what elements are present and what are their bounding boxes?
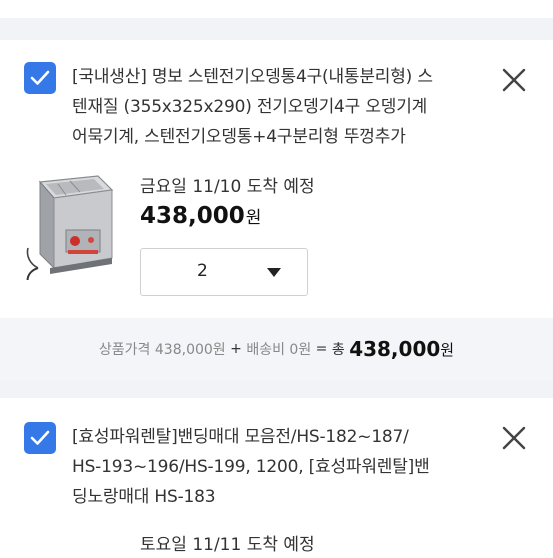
product-title[interactable]: [효성파워렌탈]밴딩매대 모음전/HS-182~187/ HS-193~196/… (72, 422, 467, 512)
product-title-line: [효성파워렌탈]밴딩매대 모음전/HS-182~187/ (72, 427, 409, 447)
item-price-unit: 원 (245, 208, 262, 228)
equals-sign: = (315, 341, 328, 357)
close-icon[interactable] (501, 67, 527, 93)
item-price-amount: 438,000 (140, 203, 245, 229)
total-unit: 원 (440, 340, 455, 359)
check-icon (30, 430, 50, 445)
product-title-line: 딩노랑매대 HS-183 (72, 487, 216, 507)
product-title-line: 텐재질 (355x325x290) 전기오뎅기4구 오뎅기계 (72, 97, 428, 117)
delivery-eta: 금요일 11/10 도착 예정 (140, 177, 315, 197)
item-price: 438,000원 (140, 203, 261, 229)
total-amount: 438,000 (349, 337, 441, 361)
item-checkbox[interactable] (24, 62, 56, 94)
quantity-select[interactable]: 2 (140, 248, 308, 296)
check-icon (30, 70, 50, 85)
product-title-line: 어묵기계, 스텐전기오뎅통+4구분리형 뚜껑추가 (72, 127, 406, 147)
cart-item: [국내생산] 명보 스텐전기오뎅통4구(내통분리형) 스 텐재질 (355x32… (0, 40, 553, 318)
delivery-eta: 토요일 11/11 도착 예정 (140, 535, 315, 555)
shipping-label: 배송비 (246, 342, 285, 358)
chevron-down-icon (267, 268, 281, 277)
total-label: 총 (331, 342, 345, 358)
previous-card-edge (0, 0, 553, 18)
product-image[interactable] (20, 172, 118, 280)
item-checkbox[interactable] (24, 422, 56, 454)
plus-sign: + (230, 341, 242, 357)
close-icon[interactable] (501, 425, 527, 451)
order-summary: 상품가격 438,000원 + 배송비 0원 = 총 438,000 원 (0, 318, 553, 380)
product-title[interactable]: [국내생산] 명보 스텐전기오뎅통4구(내통분리형) 스 텐재질 (355x32… (72, 62, 467, 152)
product-title-line: HS-193~196/HS-199, 1200, [효성파워렌탈]밴 (72, 457, 430, 477)
product-price-value: 438,000원 (154, 342, 226, 358)
shipping-fee: 0원 (289, 342, 312, 358)
quantity-value: 2 (197, 261, 208, 281)
product-title-line: [국내생산] 명보 스텐전기오뎅통4구(내통분리형) 스 (72, 67, 433, 87)
cart-item: [효성파워렌탈]밴딩매대 모음전/HS-182~187/ HS-193~196/… (0, 398, 553, 558)
product-price-label: 상품가격 (98, 342, 151, 358)
